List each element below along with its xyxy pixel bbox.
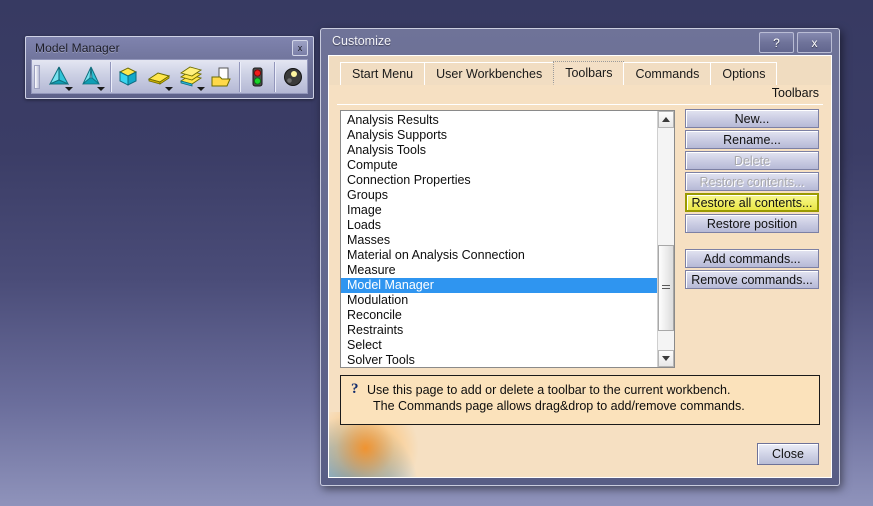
yellow-cube-icon [119,66,138,86]
toolbar-list-items[interactable]: Analysis Results Analysis Supports Analy… [341,111,657,367]
tab-commands[interactable]: Commands [623,62,712,85]
dialog-title: Customize [332,34,392,48]
yellow-sheet-icon-button[interactable] [143,62,175,92]
list-vertical-scrollbar[interactable] [657,111,674,367]
grip-icon [662,285,670,291]
open-folder-icon-button[interactable] [207,62,236,92]
list-item[interactable]: Solver Tools [341,353,657,367]
yellow-stack-icon [179,66,203,87]
list-item[interactable]: Measure [341,263,657,278]
surface-mesh-icon-button[interactable] [75,62,107,92]
restore-contents-button: Restore contents... [685,172,819,191]
model-manager-title: Model Manager [35,41,120,55]
list-item[interactable]: Loads [341,218,657,233]
scroll-down-button[interactable] [658,350,674,367]
toolbar-separator [274,61,276,92]
toolbars-page: Toolbars Analysis Results Analysis Suppo… [337,85,823,469]
dialog-close-button[interactable]: x [797,32,832,53]
toolbar-separator [110,61,111,92]
add-commands-button[interactable]: Add commands... [685,249,819,268]
button-group-spacer [685,235,819,249]
chevron-down-icon [662,356,670,361]
tab-toolbars[interactable]: Toolbars [553,61,625,85]
list-item[interactable]: Restraints [341,323,657,338]
list-item[interactable]: Connection Properties [341,173,657,188]
traffic-light-icon [252,67,263,86]
help-box: ? Use this page to add or delete a toolb… [340,375,820,425]
cone-mesh-icon-button[interactable] [43,62,75,92]
list-item[interactable]: Masses [341,233,657,248]
cone-mesh-icon [48,66,69,85]
yellow-sheet-icon [147,71,170,85]
tab-strip: Start Menu User Workbenches Toolbars Com… [329,56,831,85]
list-item[interactable]: Analysis Supports [341,128,657,143]
action-button-column: New... Rename... Delete Restore contents… [685,109,819,291]
help-line-2: The Commands page allows drag&drop to ad… [373,399,745,413]
dialog-help-button[interactable]: ? [759,32,794,53]
chevron-up-icon [662,117,670,122]
new-button[interactable]: New... [685,109,819,128]
scroll-up-button[interactable] [658,111,674,128]
group-frame: Analysis Results Analysis Supports Analy… [337,104,823,469]
list-item[interactable]: Compute [341,158,657,173]
list-item-selected[interactable]: Model Manager [341,278,657,293]
model-manager-window[interactable]: Model Manager x [25,36,314,99]
chevron-down-icon[interactable] [197,86,206,91]
tab-start-menu[interactable]: Start Menu [340,62,426,85]
list-item[interactable]: Modulation [341,293,657,308]
traffic-light-icon-button[interactable] [243,62,272,92]
surface-mesh-icon [81,66,101,84]
restore-all-contents-button[interactable]: Restore all contents... [685,193,819,212]
sphere-icon-button[interactable] [278,62,307,92]
list-item[interactable]: Groups [341,188,657,203]
model-manager-titlebar[interactable]: Model Manager x [26,37,313,59]
yellow-stack-icon-button[interactable] [175,62,207,92]
model-manager-toolbar-strip [31,59,308,94]
dialog-body: Start Menu User Workbenches Toolbars Com… [328,55,832,478]
list-item[interactable]: Material on Analysis Connection [341,248,657,263]
list-item[interactable]: Analysis Results [341,113,657,128]
rename-button[interactable]: Rename... [685,130,819,149]
yellow-cube-icon-button[interactable] [114,62,143,92]
restore-position-button[interactable]: Restore position [685,214,819,233]
group-label: Toolbars [771,86,819,100]
customize-dialog[interactable]: Customize ? x Start Menu User Workbenche… [320,28,840,486]
close-button[interactable]: Close [757,443,819,465]
scrollbar-thumb[interactable] [658,245,674,331]
toolbar-separator [238,61,240,92]
list-item[interactable]: Image [341,203,657,218]
tab-options[interactable]: Options [710,62,778,85]
model-manager-close-button[interactable]: x [292,40,308,56]
list-item[interactable]: Analysis Tools [341,143,657,158]
delete-button: Delete [685,151,819,170]
chevron-down-icon[interactable] [164,86,173,91]
toolbar-drag-handle[interactable] [34,64,40,89]
list-item[interactable]: Select [341,338,657,353]
chevron-down-icon[interactable] [97,86,106,91]
list-item[interactable]: Reconcile [341,308,657,323]
chevron-down-icon[interactable] [64,86,73,91]
sphere-icon [283,67,302,86]
question-mark-icon: ? [351,381,359,397]
help-line-1: Use this page to add or delete a toolbar… [367,383,731,397]
remove-commands-button[interactable]: Remove commands... [685,270,819,289]
dialog-titlebar[interactable]: Customize ? x [321,29,839,53]
tab-user-workbenches[interactable]: User Workbenches [424,62,555,85]
open-folder-icon [211,67,231,86]
toolbar-list[interactable]: Analysis Results Analysis Supports Analy… [340,110,675,368]
